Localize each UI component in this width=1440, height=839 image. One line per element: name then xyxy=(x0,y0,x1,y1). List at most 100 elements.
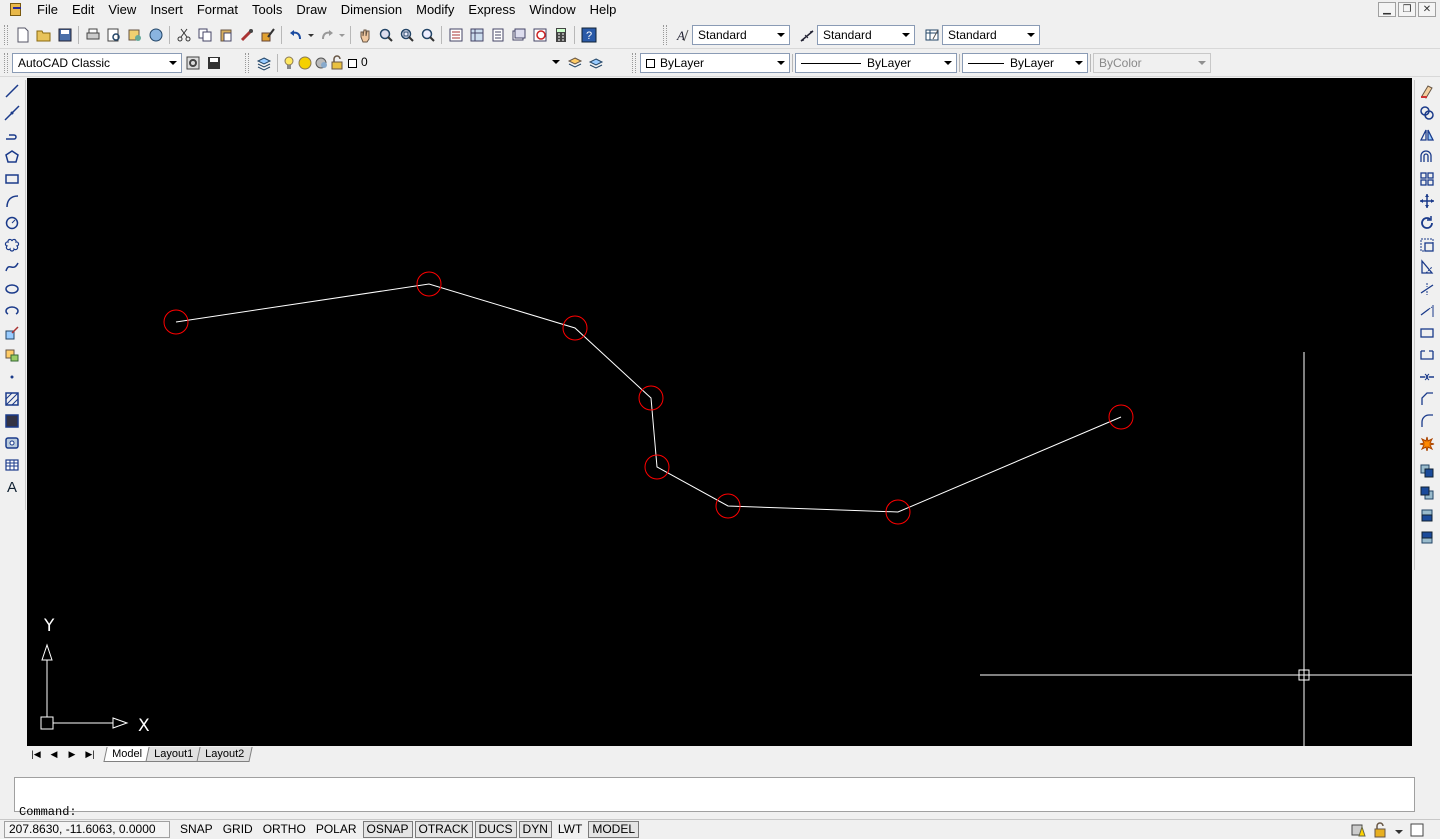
drawing-canvas[interactable]: Y X xyxy=(27,78,1412,746)
bring-above-icon[interactable] xyxy=(1415,504,1439,526)
region-icon[interactable] xyxy=(0,432,24,454)
polar-toggle[interactable]: POLAR xyxy=(312,821,361,838)
otrack-toggle[interactable]: OTRACK xyxy=(414,821,473,838)
minimize-button[interactable]: ▁ xyxy=(1378,2,1396,17)
app-icon[interactable] xyxy=(8,2,24,18)
command-line[interactable]: Command: xyxy=(14,777,1415,819)
menu-format[interactable]: Format xyxy=(190,0,245,20)
menu-draw[interactable]: Draw xyxy=(289,0,333,20)
point-icon[interactable] xyxy=(0,366,24,388)
menu-dimension[interactable]: Dimension xyxy=(334,0,409,20)
mirror-icon[interactable] xyxy=(1415,124,1439,146)
trim-icon[interactable] xyxy=(1415,278,1439,300)
quickcalc-icon[interactable] xyxy=(550,25,571,45)
undo-dropdown-icon[interactable] xyxy=(306,25,316,45)
linetype-combo[interactable]: ByLayer xyxy=(795,53,957,73)
toolbar-grip[interactable] xyxy=(632,53,636,73)
lwt-toggle[interactable]: LWT xyxy=(554,821,586,838)
toolbar-grip[interactable] xyxy=(245,53,249,73)
layer-viewport-freeze-icon[interactable] xyxy=(313,53,329,73)
break-at-point-icon[interactable] xyxy=(1415,322,1439,344)
lineweight-combo[interactable]: ByLayer xyxy=(962,53,1088,73)
fillet-icon[interactable] xyxy=(1415,410,1439,432)
join-icon[interactable] xyxy=(1415,366,1439,388)
osnap-toggle[interactable]: OSNAP xyxy=(362,821,413,838)
workspace-settings-icon[interactable] xyxy=(182,53,203,73)
toolbar-lock-icon[interactable] xyxy=(1372,822,1388,839)
match-properties-icon[interactable] xyxy=(236,25,257,45)
layer-combo[interactable]: 0 xyxy=(359,53,564,73)
text-style-icon[interactable]: A xyxy=(671,25,692,45)
sheet-set-manager-icon[interactable] xyxy=(508,25,529,45)
polygon-icon[interactable] xyxy=(0,146,24,168)
layer-on-icon[interactable] xyxy=(281,53,297,73)
hatch-icon[interactable] xyxy=(0,388,24,410)
dim-style-icon[interactable] xyxy=(796,25,817,45)
new-icon[interactable] xyxy=(12,25,33,45)
menu-help[interactable]: Help xyxy=(583,0,624,20)
copy-icon[interactable] xyxy=(194,25,215,45)
stretch-icon[interactable] xyxy=(1415,256,1439,278)
workspace-combo[interactable]: AutoCAD Classic xyxy=(12,53,182,73)
table-style-icon[interactable] xyxy=(921,25,942,45)
ducs-toggle[interactable]: DUCS xyxy=(474,821,517,838)
tab-model[interactable]: Model xyxy=(103,746,151,762)
block-editor-icon[interactable] xyxy=(257,25,278,45)
polyline-icon[interactable] xyxy=(0,124,24,146)
toolbar-grip[interactable] xyxy=(663,25,667,45)
rotate-icon[interactable] xyxy=(1415,212,1439,234)
markup-set-manager-icon[interactable] xyxy=(529,25,550,45)
circle-icon[interactable] xyxy=(0,212,24,234)
zoom-window-icon[interactable] xyxy=(396,25,417,45)
publish-icon[interactable] xyxy=(124,25,145,45)
explode-icon[interactable] xyxy=(1415,432,1439,454)
move-icon[interactable] xyxy=(1415,190,1439,212)
copy-object-icon[interactable] xyxy=(1415,102,1439,124)
break-icon[interactable] xyxy=(1415,344,1439,366)
layer-unlock-icon[interactable] xyxy=(329,53,345,73)
tab-layout1[interactable]: Layout1 xyxy=(145,746,202,762)
tab-layout2[interactable]: Layout2 xyxy=(196,746,253,762)
menu-modify[interactable]: Modify xyxy=(409,0,461,20)
design-center-icon[interactable] xyxy=(466,25,487,45)
redo-icon[interactable] xyxy=(316,25,337,45)
send-to-back-icon[interactable] xyxy=(1415,482,1439,504)
close-button[interactable]: ✕ xyxy=(1418,2,1436,17)
make-block-icon[interactable] xyxy=(0,344,24,366)
ellipse-icon[interactable] xyxy=(0,278,24,300)
multiline-text-icon[interactable]: A xyxy=(0,476,24,498)
scale-icon[interactable] xyxy=(1415,234,1439,256)
status-menu-chevron-icon[interactable] xyxy=(1394,822,1404,839)
zoom-previous-icon[interactable] xyxy=(417,25,438,45)
save-icon[interactable] xyxy=(54,25,75,45)
color-combo[interactable]: ByLayer xyxy=(640,53,790,73)
3d-dwf-icon[interactable] xyxy=(145,25,166,45)
table-icon[interactable] xyxy=(0,454,24,476)
undo-icon[interactable] xyxy=(285,25,306,45)
next-tab-icon[interactable]: ▶ xyxy=(63,747,81,761)
ortho-toggle[interactable]: ORTHO xyxy=(259,821,310,838)
redo-dropdown-icon[interactable] xyxy=(337,25,347,45)
dyn-toggle[interactable]: DYN xyxy=(518,821,552,838)
extend-icon[interactable] xyxy=(1415,300,1439,322)
menu-file[interactable]: File xyxy=(30,0,65,20)
restore-button[interactable]: ❐ xyxy=(1398,2,1416,17)
plot-icon[interactable] xyxy=(82,25,103,45)
zoom-realtime-icon[interactable] xyxy=(375,25,396,45)
insert-block-icon[interactable] xyxy=(0,322,24,344)
last-tab-icon[interactable]: ▶| xyxy=(81,747,99,761)
layer-properties-icon[interactable] xyxy=(253,53,274,73)
pan-icon[interactable] xyxy=(354,25,375,45)
table-style-combo[interactable]: Standard xyxy=(942,25,1040,45)
arc-icon[interactable] xyxy=(0,190,24,212)
clean-screen-icon[interactable] xyxy=(1410,823,1424,839)
menu-edit[interactable]: Edit xyxy=(65,0,101,20)
toolbar-grip[interactable] xyxy=(4,25,8,45)
ellipse-arc-icon[interactable] xyxy=(0,300,24,322)
tool-palettes-icon[interactable] xyxy=(487,25,508,45)
snap-toggle[interactable]: SNAP xyxy=(176,821,217,838)
menu-insert[interactable]: Insert xyxy=(143,0,190,20)
coordinate-readout[interactable]: 207.8630, -11.6063, 0.0000 xyxy=(4,821,170,838)
model-toggle[interactable]: MODEL xyxy=(588,821,640,838)
dim-style-combo[interactable]: Standard xyxy=(817,25,915,45)
